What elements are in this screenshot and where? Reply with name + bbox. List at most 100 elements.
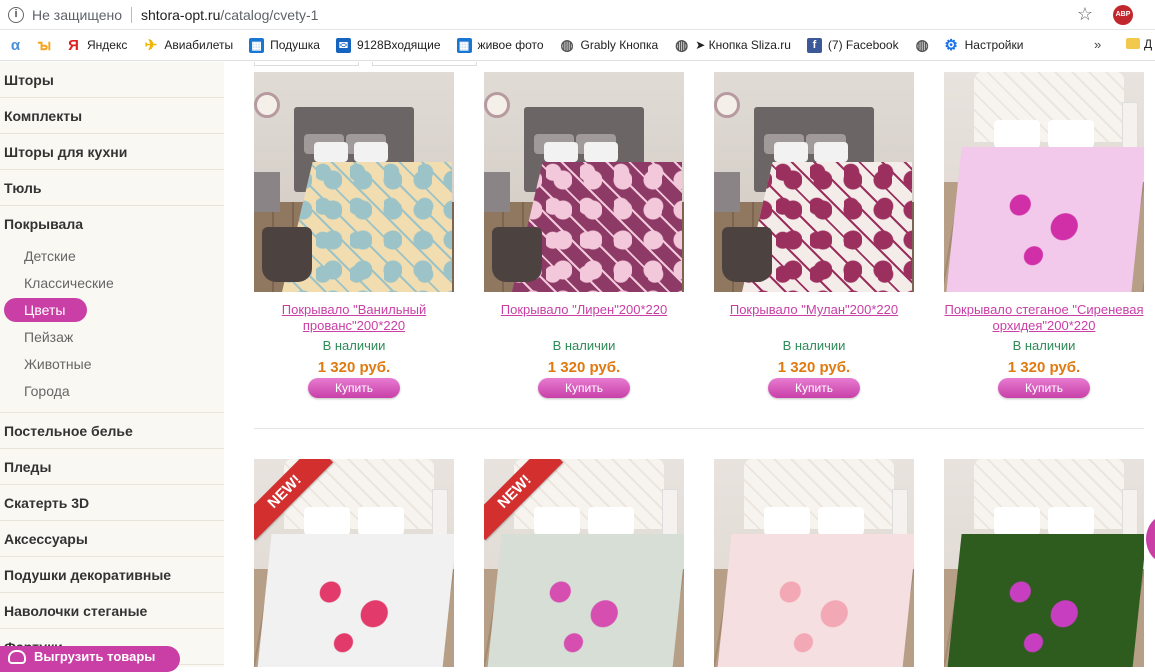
pillow bbox=[358, 507, 404, 535]
bookmark-label: ➤ Кнопка Sliza.ru bbox=[695, 38, 791, 52]
folder-icon[interactable] bbox=[1126, 38, 1140, 49]
sidebar-subcategory[interactable]: Пейзаж bbox=[0, 323, 224, 350]
product-card: Покрывало стеганое "Сиреневая орхидея"20… bbox=[944, 72, 1144, 398]
bookmark-star-icon[interactable]: ☆ bbox=[1077, 4, 1093, 25]
sidebar-category[interactable]: Тюль bbox=[0, 170, 224, 206]
nightstand bbox=[254, 172, 280, 212]
product-image[interactable]: NEW! bbox=[484, 459, 684, 667]
product-image[interactable] bbox=[714, 72, 914, 292]
product-image[interactable]: NEW! bbox=[254, 459, 454, 667]
sidebar-subcategory[interactable]: Города bbox=[0, 377, 224, 404]
category-sidebar: Шторы Комплекты Шторы для кухни Тюль Покрыва… bbox=[0, 62, 224, 667]
globe-icon: ◍ bbox=[675, 37, 689, 54]
pillow bbox=[588, 507, 634, 535]
product-price: 1 320 руб. bbox=[547, 359, 621, 376]
stock-status: В наличии bbox=[322, 338, 386, 353]
wall-clock-icon bbox=[254, 92, 280, 118]
sidebar-category[interactable]: Шторы для кухни bbox=[0, 134, 224, 170]
nightstand bbox=[484, 172, 510, 212]
sidebar-category[interactable]: Пледы bbox=[0, 449, 224, 485]
bookmark-item[interactable]: ◍ bbox=[915, 37, 936, 54]
product-image[interactable] bbox=[254, 72, 454, 292]
bookmark-item[interactable]: α bbox=[8, 37, 29, 54]
squares-icon: ▦ bbox=[456, 37, 472, 53]
bookmark-item[interactable]: ✈ Авиабилеты bbox=[143, 37, 234, 54]
sort-tab[interactable] bbox=[372, 62, 477, 66]
product-image[interactable] bbox=[484, 72, 684, 292]
basket bbox=[262, 227, 312, 282]
sidebar-category[interactable]: Наволочки стеганые bbox=[0, 593, 224, 629]
product-card bbox=[714, 459, 914, 667]
product-price: 1 320 руб. bbox=[317, 359, 391, 376]
bookmark-item[interactable]: ◍ Grably Кнопка bbox=[560, 37, 658, 54]
pillow bbox=[1048, 507, 1094, 535]
product-card: NEW! bbox=[484, 459, 684, 667]
subcategory-label: Детские bbox=[24, 247, 76, 264]
sidebar-category[interactable]: Шторы bbox=[0, 62, 224, 98]
cloud-icon bbox=[8, 650, 26, 664]
sidebar-category[interactable]: Комплекты bbox=[0, 98, 224, 134]
basket bbox=[492, 227, 542, 282]
sidebar-subcategory-active[interactable]: Цветы bbox=[0, 296, 224, 323]
sidebar-category[interactable]: Скатерть 3D bbox=[0, 485, 224, 521]
security-status[interactable]: Не защищено bbox=[32, 7, 122, 23]
buy-button[interactable]: Купить bbox=[998, 378, 1090, 398]
stock-status: В наличии bbox=[782, 338, 846, 353]
pillow bbox=[1048, 120, 1094, 148]
url-text[interactable]: shtora-opt.ru/catalog/cvety-1 bbox=[141, 7, 318, 23]
bookmark-item[interactable]: ▦ Подушка bbox=[249, 37, 320, 53]
sidebar-subcategory[interactable]: Классические bbox=[0, 269, 224, 296]
product-title-link[interactable]: Покрывало "Ванильный прованс"200*220 bbox=[254, 302, 454, 334]
mail-icon: ✉ bbox=[335, 37, 351, 53]
product-title-link[interactable]: Покрывало "Мулан"200*220 bbox=[714, 302, 914, 334]
bookmark-item[interactable]: f (7) Facebook bbox=[806, 37, 899, 53]
upload-products-button[interactable]: Выгрузить товары bbox=[0, 646, 180, 672]
bookmark-label: Яндекс bbox=[87, 38, 128, 52]
info-icon[interactable]: i bbox=[8, 6, 24, 23]
bookmark-item[interactable]: ꙑ bbox=[37, 37, 58, 54]
globe-icon: ◍ bbox=[915, 37, 929, 54]
bedspread bbox=[486, 534, 684, 667]
bookmark-item[interactable]: Я Яндекс bbox=[66, 37, 128, 54]
sort-tab[interactable] bbox=[254, 62, 359, 66]
bookmark-label: живое фото bbox=[477, 38, 544, 52]
buy-button[interactable]: Купить bbox=[308, 378, 400, 398]
adblock-icon[interactable]: ABP bbox=[1113, 5, 1133, 25]
buy-button[interactable]: Купить bbox=[538, 378, 630, 398]
pillow bbox=[818, 507, 864, 535]
sidebar-category[interactable]: Постельное белье bbox=[0, 413, 224, 449]
subcategory-label: Города bbox=[24, 382, 70, 399]
address-bar[interactable]: i Не защищено shtora-opt.ru/catalog/cvet… bbox=[0, 0, 1155, 30]
bookmark-label: Авиабилеты bbox=[164, 38, 234, 52]
product-card: Покрывало "Лирен"200*220 В наличии 1 320 р… bbox=[484, 72, 684, 398]
squares-icon: ▦ bbox=[249, 37, 265, 53]
product-price: 1 320 руб. bbox=[1007, 359, 1081, 376]
pillow bbox=[994, 507, 1040, 535]
site-icon: ꙑ bbox=[37, 37, 52, 54]
pillow bbox=[814, 142, 848, 162]
bookmark-item[interactable]: ▦ живое фото bbox=[456, 37, 544, 53]
site-icon: f bbox=[806, 37, 822, 53]
bookmark-folder-label[interactable]: Д bbox=[1144, 37, 1152, 51]
sidebar-category[interactable]: Подушки декоративные bbox=[0, 557, 224, 593]
product-title-link[interactable]: Покрывало "Лирен"200*220 bbox=[484, 302, 684, 334]
pillow bbox=[534, 507, 580, 535]
buy-button[interactable]: Купить bbox=[768, 378, 860, 398]
bookmarks-overflow-button[interactable]: » bbox=[1094, 37, 1101, 52]
product-image[interactable] bbox=[714, 459, 914, 667]
bedspread bbox=[716, 534, 914, 667]
product-image[interactable] bbox=[944, 459, 1144, 667]
sidebar-subcategory[interactable]: Детские bbox=[0, 242, 224, 269]
bookmark-item[interactable]: ◍ ➤ Кнопка Sliza.ru bbox=[674, 37, 791, 54]
sidebar-category[interactable]: Аксессуары bbox=[0, 521, 224, 557]
pillow bbox=[544, 142, 578, 162]
product-title-link[interactable]: Покрывало стеганое "Сиреневая орхидея"20… bbox=[944, 302, 1144, 334]
sidebar-subcategory[interactable]: Животные bbox=[0, 350, 224, 377]
bookmark-item[interactable]: ✉ 9128Входящие bbox=[335, 37, 441, 53]
sidebar-category[interactable]: Покрывала bbox=[0, 206, 224, 242]
gear-icon: ⚙ bbox=[944, 37, 958, 54]
wall-clock-icon bbox=[714, 92, 740, 118]
product-image[interactable] bbox=[944, 72, 1144, 292]
bookmark-item[interactable]: ⚙ Настройки bbox=[944, 37, 1023, 54]
pillow bbox=[774, 142, 808, 162]
